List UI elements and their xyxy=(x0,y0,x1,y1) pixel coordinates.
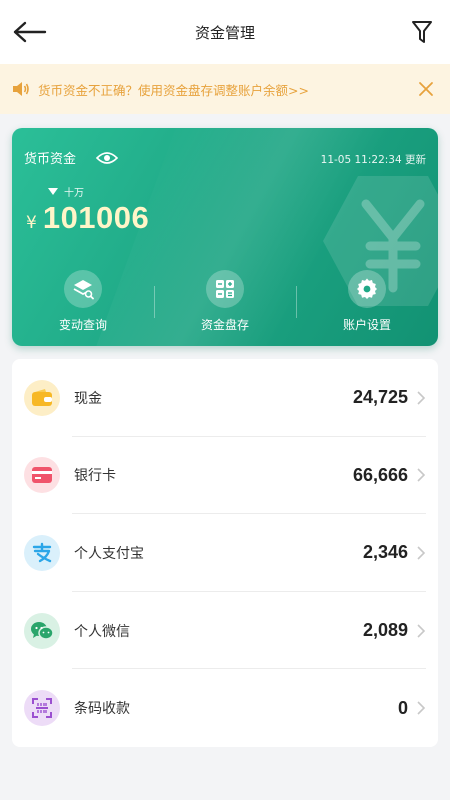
update-timestamp: 11-05 11:22:34 更新 xyxy=(320,154,426,166)
action-label: 变动查询 xyxy=(58,318,107,332)
action-label: 账户设置 xyxy=(342,318,391,332)
filter-button[interactable] xyxy=(404,14,440,50)
currency-symbol: ¥ xyxy=(26,213,37,233)
list-item-wechat[interactable]: 个人微信 2,089 xyxy=(12,592,438,670)
account-balance: 24,725 xyxy=(352,387,408,408)
unit-label: 十万 xyxy=(64,188,84,199)
notice-close-button[interactable] xyxy=(414,77,438,101)
action-label: 资金盘存 xyxy=(200,318,249,332)
speaker-icon xyxy=(12,80,30,98)
chevron-right-icon xyxy=(417,391,426,405)
chevron-right-icon xyxy=(417,624,426,638)
fund-inventory-button[interactable]: 资金盘存 xyxy=(170,270,280,333)
account-balance: 0 xyxy=(397,697,408,718)
balance-label: 货币资金 xyxy=(24,152,77,167)
account-balance: 2,346 xyxy=(362,542,408,563)
list-item-alipay[interactable]: 个人支付宝 2,346 xyxy=(12,514,438,592)
balance-amount-row: ¥ 101006 xyxy=(26,200,149,236)
top-nav-bar: 资金管理 xyxy=(0,0,450,64)
gear-icon xyxy=(348,270,386,308)
chevron-right-icon xyxy=(417,701,426,715)
filter-icon xyxy=(412,21,432,43)
notice-link[interactable]: 货币资金不正确？使用资金盘存调整账户余额>> xyxy=(38,80,309,99)
account-name: 银行卡 xyxy=(74,468,116,485)
close-icon xyxy=(419,82,433,96)
list-item-cash[interactable]: 现金 24,725 xyxy=(12,359,438,437)
account-name: 个人微信 xyxy=(74,623,130,640)
triangle-down-icon xyxy=(48,188,58,195)
change-query-button[interactable]: 变动查询 xyxy=(28,270,138,333)
account-balance: 2,089 xyxy=(362,620,408,641)
list-item-barcode-payment[interactable]: 条码收款 0 xyxy=(12,669,438,747)
notice-bar: 货币资金不正确？使用资金盘存调整账户余额>> xyxy=(0,64,450,114)
layers-search-icon xyxy=(64,270,102,308)
grid-icon xyxy=(206,270,244,308)
account-list: 现金 24,725 银行卡 66,666 个人支付宝 2,346 个人微信 2,… xyxy=(12,359,438,747)
balance-card: 货币资金 11-05 11:22:34 更新 十万 ¥ 101006 变动查询 xyxy=(12,128,438,346)
account-name: 现金 xyxy=(74,390,102,407)
back-arrow-icon xyxy=(13,21,47,43)
bank-card-icon xyxy=(32,467,52,484)
account-name: 个人支付宝 xyxy=(74,545,144,562)
card-actions: 变动查询 资金盘存 账户设置 xyxy=(12,270,438,336)
chevron-right-icon xyxy=(417,468,426,482)
chevron-right-icon xyxy=(417,546,426,560)
wallet-icon xyxy=(32,388,52,406)
balance-amount: 101006 xyxy=(42,200,150,235)
barcode-scan-icon xyxy=(32,698,52,719)
alipay-icon xyxy=(32,542,52,563)
eye-icon[interactable] xyxy=(96,150,119,166)
account-balance: 66,666 xyxy=(352,464,408,485)
unit-indicator: 十万 xyxy=(48,184,84,199)
back-button[interactable] xyxy=(8,14,52,50)
account-settings-button[interactable]: 账户设置 xyxy=(312,270,422,333)
list-item-bank-card[interactable]: 银行卡 66,666 xyxy=(12,437,438,515)
wechat-icon xyxy=(31,621,54,640)
page-title: 资金管理 xyxy=(194,23,255,42)
account-name: 条码收款 xyxy=(74,701,130,718)
